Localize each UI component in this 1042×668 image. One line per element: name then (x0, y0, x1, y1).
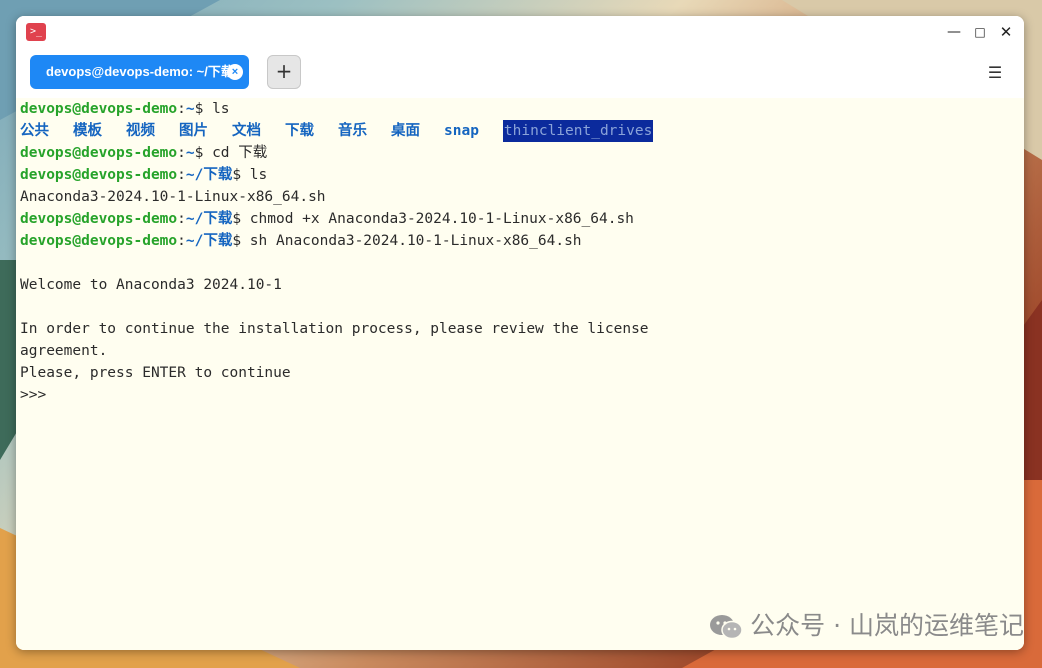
prompt-colon: : (177, 101, 186, 117)
wechat-icon (710, 615, 743, 640)
close-button[interactable]: ✕ (996, 22, 1016, 42)
directory-entry: 文档 (232, 123, 261, 139)
menu-icon[interactable]: ☰ (986, 63, 1004, 83)
output-text: Welcome to Anaconda3 2024.10-1 (20, 277, 282, 293)
maximize-button[interactable]: □ (970, 22, 990, 42)
terminal-line: Please, press ENTER to continue (20, 362, 1024, 384)
terminal-line: >>> (20, 384, 1024, 406)
prompt-path: ~/下载 (185, 211, 233, 227)
terminal-line: devops@devops-demo:~/下载$ ls (20, 164, 1024, 186)
command-text: chmod +x Anaconda3-2024.10-1-Linux-x86_6… (241, 211, 634, 227)
directory-entry: 模板 (73, 123, 102, 139)
prompt-colon: : (177, 145, 186, 161)
prompt-colon: : (177, 233, 186, 249)
command-text: ls (203, 101, 230, 117)
terminal-line: devops@devops-demo:~$ ls (20, 98, 1024, 120)
terminal-output[interactable]: devops@devops-demo:~$ ls 公共 模板 视频 图片 文档 下载 音乐 桌面… (16, 98, 1024, 650)
terminal-line: devops@devops-demo:~/下载$ sh Anaconda3-20… (20, 230, 1024, 252)
tab-devops-terminal[interactable]: devops@devops-demo: ~/下载 × (30, 55, 249, 89)
watermark: 公众号 · 山岚的运维笔记 (708, 610, 1024, 642)
prompt-dollar: $ (232, 211, 242, 227)
tab-bar: devops@devops-demo: ~/下载 × + ☰ (16, 48, 1024, 98)
directory-entry: 音乐 (338, 123, 367, 139)
prompt-user: devops@devops-demo (20, 233, 178, 249)
terminal-line: Welcome to Anaconda3 2024.10-1 (20, 274, 1024, 296)
prompt-colon: : (177, 211, 186, 227)
command-text: sh Anaconda3-2024.10-1-Linux-x86_64.sh (241, 233, 582, 249)
terminal-line: Anaconda3-2024.10-1-Linux-x86_64.sh (20, 186, 1024, 208)
output-text: >>> (20, 387, 47, 403)
prompt-dollar: $ (232, 167, 242, 183)
command-text: ls (241, 167, 268, 183)
prompt-path: ~ (185, 101, 195, 117)
tab-close-icon[interactable]: × (227, 64, 243, 80)
prompt-dollar: $ (232, 233, 242, 249)
terminal-window: >_ — □ ✕ devops@devops-demo: ~/下载 × + ☰ … (16, 16, 1024, 650)
output-text: agreement. (20, 343, 108, 359)
terminal-line: In order to continue the installation pr… (20, 318, 1024, 340)
directory-entry: snap (444, 123, 479, 139)
terminal-line: agreement. (20, 340, 1024, 362)
prompt-user: devops@devops-demo (20, 145, 178, 161)
output-text: In order to continue the installation pr… (20, 321, 649, 337)
prompt-colon: : (177, 167, 186, 183)
prompt-user: devops@devops-demo (20, 167, 178, 183)
directory-entry: 公共 (20, 123, 49, 139)
title-bar[interactable]: >_ — □ ✕ (16, 16, 1024, 48)
output-text: Anaconda3-2024.10-1-Linux-x86_64.sh (20, 189, 326, 205)
new-tab-button[interactable]: + (267, 55, 301, 89)
directory-entry-highlighted: thinclient_drives (502, 120, 654, 142)
terminal-line: 公共 模板 视频 图片 文档 下载 音乐 桌面 snap thinclient_drives (20, 120, 1024, 142)
directory-entry: 桌面 (391, 123, 420, 139)
command-text: cd 下载 (203, 145, 268, 161)
directory-entry: 图片 (179, 123, 208, 139)
terminal-line: devops@devops-demo:~$ cd 下载 (20, 142, 1024, 164)
tab-label: devops@devops-demo: ~/下载 (46, 64, 234, 79)
prompt-user: devops@devops-demo (20, 211, 178, 227)
terminal-line: devops@devops-demo:~/下载$ chmod +x Anacon… (20, 208, 1024, 230)
prompt-user: devops@devops-demo (20, 101, 178, 117)
prompt-path: ~ (185, 145, 195, 161)
minimize-button[interactable]: — (944, 22, 964, 42)
watermark-text: 公众号 · 山岚的运维笔记 (750, 611, 1024, 640)
prompt-path: ~/下载 (185, 167, 233, 183)
terminal-app-icon: >_ (26, 23, 46, 41)
prompt-path: ~/下载 (185, 233, 233, 249)
directory-entry: 视频 (126, 123, 155, 139)
output-text: Please, press ENTER to continue (20, 365, 291, 381)
directory-entry: 下载 (285, 123, 314, 139)
